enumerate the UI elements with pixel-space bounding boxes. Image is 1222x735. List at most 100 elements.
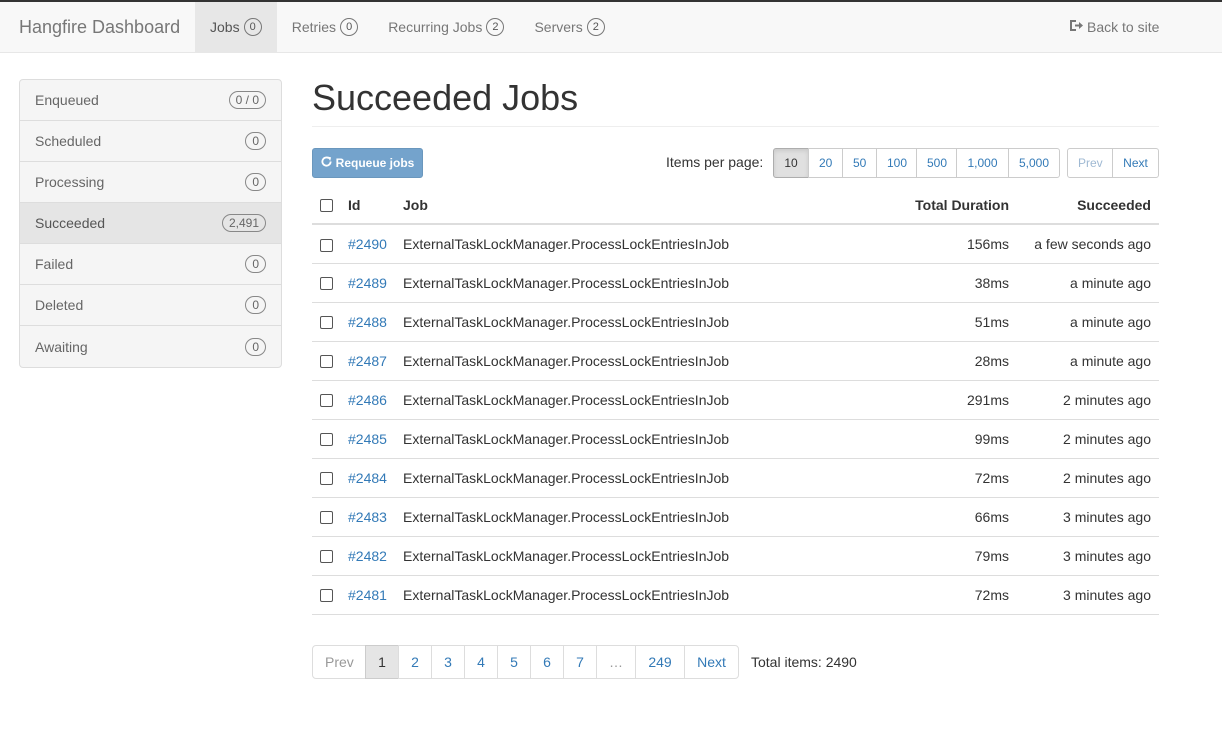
- sidebar-item-succeeded[interactable]: Succeeded 2,491: [20, 203, 281, 244]
- pagination-page[interactable]: 7: [563, 644, 597, 679]
- sidebar-item-processing[interactable]: Processing 0: [20, 162, 281, 203]
- sidebar-item-label: Processing: [35, 174, 105, 190]
- sidebar-item-scheduled[interactable]: Scheduled 0: [20, 121, 281, 162]
- sidebar-item-failed[interactable]: Failed 0: [20, 244, 281, 285]
- job-name: ExternalTaskLockManager.ProcessLockEntri…: [395, 341, 877, 381]
- row-checkbox[interactable]: [320, 511, 333, 525]
- job-name: ExternalTaskLockManager.ProcessLockEntri…: [395, 575, 877, 615]
- column-header-duration: Total Duration: [877, 186, 1017, 225]
- column-header-succeeded: Succeeded: [1017, 186, 1159, 225]
- column-header-id: Id: [340, 186, 395, 225]
- nav-recurring-jobs-label: Recurring Jobs: [388, 19, 483, 35]
- refresh-icon: [321, 156, 332, 170]
- pagination-prev-button[interactable]: Prev: [312, 644, 366, 679]
- sidebar-item-deleted[interactable]: Deleted 0: [20, 285, 281, 326]
- total-items: Total items: 2490: [751, 653, 857, 670]
- sidebar-item-label: Failed: [35, 256, 74, 272]
- row-checkbox[interactable]: [320, 355, 333, 369]
- job-id-link[interactable]: #2488: [348, 314, 387, 330]
- table-row: #2484 ExternalTaskLockManager.ProcessLoc…: [312, 458, 1159, 498]
- job-duration: 72ms: [877, 575, 1017, 615]
- row-checkbox[interactable]: [320, 472, 333, 486]
- row-checkbox[interactable]: [320, 316, 333, 330]
- requeue-jobs-label: Requeue jobs: [335, 156, 415, 170]
- table-row: #2488 ExternalTaskLockManager.ProcessLoc…: [312, 302, 1159, 342]
- per-page-option[interactable]: 20: [808, 148, 843, 178]
- back-to-site-link[interactable]: Back to site: [1069, 2, 1159, 52]
- top-next-button[interactable]: Next: [1112, 148, 1159, 178]
- per-page-option[interactable]: 1,000: [956, 148, 1009, 178]
- job-name: ExternalTaskLockManager.ProcessLockEntri…: [395, 380, 877, 420]
- pagination-ellipsis: …: [596, 644, 636, 679]
- per-page-option[interactable]: 100: [876, 148, 917, 178]
- requeue-jobs-button[interactable]: Requeue jobs: [312, 148, 423, 178]
- job-succeeded-time: a few seconds ago: [1017, 224, 1159, 264]
- job-id-link[interactable]: #2490: [348, 236, 387, 252]
- job-id-link[interactable]: #2487: [348, 353, 387, 369]
- nav-servers-badge: 2: [586, 18, 605, 36]
- job-name: ExternalTaskLockManager.ProcessLockEntri…: [395, 419, 877, 459]
- brand[interactable]: Hangfire Dashboard: [19, 2, 180, 52]
- row-checkbox[interactable]: [320, 394, 333, 408]
- job-duration: 72ms: [877, 458, 1017, 498]
- nav-retries[interactable]: Retries 0: [277, 2, 373, 52]
- row-checkbox[interactable]: [320, 277, 333, 291]
- nav-jobs[interactable]: Jobs 0: [195, 2, 277, 52]
- row-checkbox[interactable]: [320, 433, 333, 447]
- pagination-page[interactable]: 6: [530, 644, 564, 679]
- nav-jobs-badge: 0: [243, 18, 262, 36]
- items-per-page-label: Items per page:: [666, 154, 764, 170]
- sign-out-icon: [1069, 2, 1083, 52]
- sidebar-item-awaiting[interactable]: Awaiting 0: [20, 326, 281, 367]
- per-page-option[interactable]: 50: [842, 148, 877, 178]
- job-states-sidebar: Enqueued 0 / 0 Scheduled 0 Processing 0 …: [19, 79, 282, 368]
- table-row: #2482 ExternalTaskLockManager.ProcessLoc…: [312, 536, 1159, 576]
- sidebar-item-count: 0: [245, 173, 266, 191]
- job-id-link[interactable]: #2489: [348, 275, 387, 291]
- per-page-option[interactable]: 500: [916, 148, 957, 178]
- navbar: Hangfire Dashboard Jobs 0 Retries 0 Recu…: [0, 2, 1222, 53]
- back-to-site-label: Back to site: [1087, 19, 1160, 35]
- pagination-page[interactable]: 3: [431, 644, 465, 679]
- job-name: ExternalTaskLockManager.ProcessLockEntri…: [395, 302, 877, 342]
- main-nav: Jobs 0 Retries 0 Recurring Jobs 2 Server…: [195, 2, 620, 52]
- row-checkbox[interactable]: [320, 238, 333, 252]
- job-id-link[interactable]: #2483: [348, 509, 387, 525]
- pagination-page[interactable]: 2: [398, 644, 432, 679]
- per-page-option[interactable]: 10: [773, 148, 809, 178]
- nav-servers[interactable]: Servers 2: [519, 2, 619, 52]
- nav-recurring-jobs[interactable]: Recurring Jobs 2: [373, 2, 519, 52]
- sidebar-item-count: 2,491: [221, 214, 266, 232]
- table-header-row: Id Job Total Duration Succeeded: [312, 186, 1159, 225]
- pagination-page[interactable]: 4: [464, 644, 498, 679]
- sidebar-item-label: Deleted: [35, 297, 84, 313]
- row-checkbox[interactable]: [320, 550, 333, 564]
- job-succeeded-time: a minute ago: [1017, 302, 1159, 342]
- row-checkbox[interactable]: [320, 589, 333, 603]
- table-row: #2486 ExternalTaskLockManager.ProcessLoc…: [312, 380, 1159, 420]
- job-id-link[interactable]: #2482: [348, 548, 387, 564]
- job-succeeded-time: 3 minutes ago: [1017, 497, 1159, 537]
- job-id-link[interactable]: #2484: [348, 470, 387, 486]
- sidebar-item-label: Awaiting: [35, 338, 88, 355]
- pagination-next-button[interactable]: Next: [684, 644, 739, 679]
- job-duration: 156ms: [877, 224, 1017, 264]
- per-page-option[interactable]: 5,000: [1008, 148, 1060, 178]
- pagination: Prev 1 2 3 4 5 6 7 … 249 Next: [312, 644, 739, 679]
- job-id-link[interactable]: #2481: [348, 587, 387, 603]
- job-duration: 79ms: [877, 536, 1017, 576]
- nav-recurring-jobs-badge: 2: [486, 18, 505, 36]
- pagination-page[interactable]: 249: [635, 644, 685, 679]
- job-id-link[interactable]: #2485: [348, 431, 387, 447]
- sidebar-item-label: Succeeded: [35, 215, 106, 231]
- job-id-link[interactable]: #2486: [348, 392, 387, 408]
- job-duration: 99ms: [877, 419, 1017, 459]
- top-prev-button[interactable]: Prev: [1067, 148, 1113, 178]
- pagination-page[interactable]: 1: [365, 644, 399, 679]
- sidebar-item-enqueued[interactable]: Enqueued 0 / 0: [20, 80, 281, 121]
- select-all-checkbox[interactable]: [320, 199, 333, 213]
- column-header-job: Job: [395, 186, 877, 225]
- bottom-pagination-row: Prev 1 2 3 4 5 6 7 … 249 Next Total item…: [312, 644, 1159, 679]
- pagination-page[interactable]: 5: [497, 644, 531, 679]
- job-succeeded-time: 2 minutes ago: [1017, 380, 1159, 420]
